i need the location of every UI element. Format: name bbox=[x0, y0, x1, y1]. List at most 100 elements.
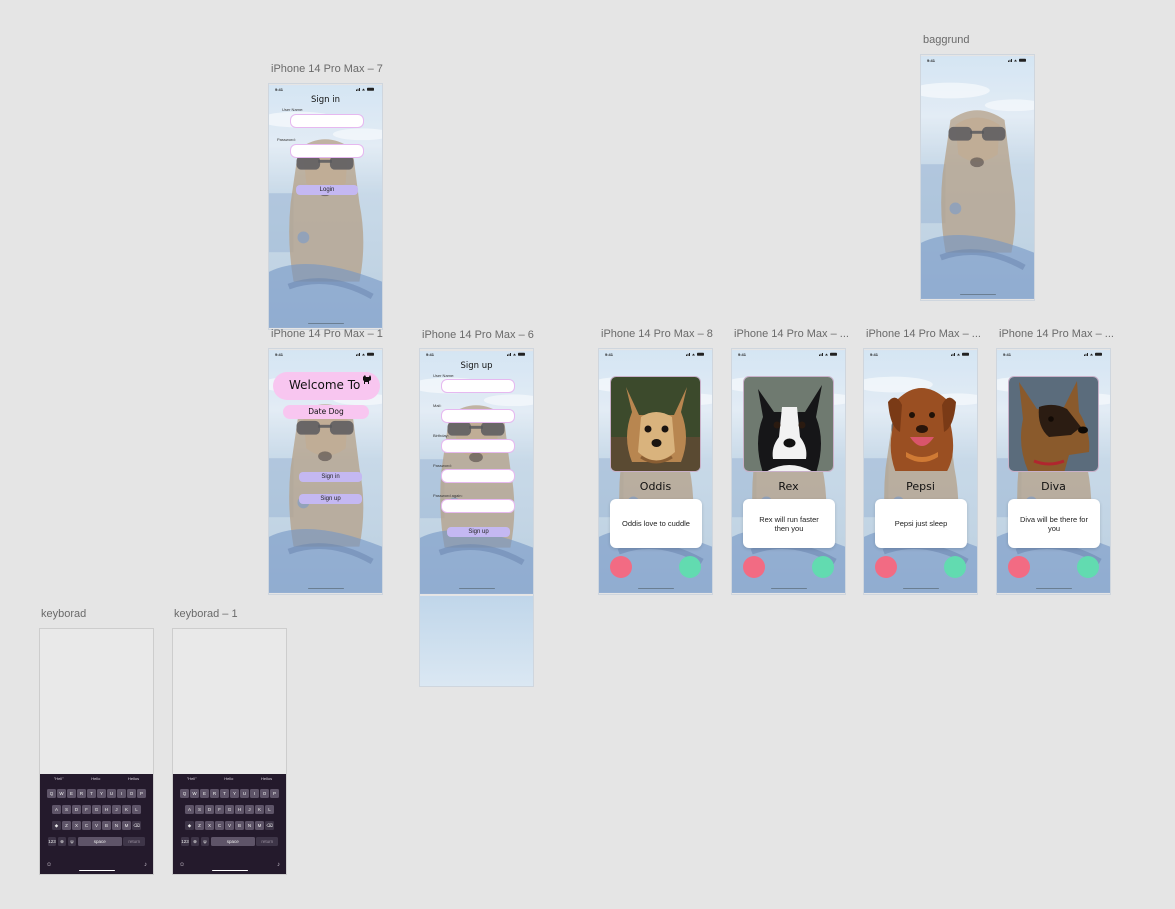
key[interactable]: M bbox=[122, 821, 131, 830]
key[interactable]: C bbox=[215, 821, 224, 830]
signup-frame[interactable]: 9:41 Sign up User Name: Mail: Birthday: … bbox=[419, 348, 534, 687]
profile-frame-diva[interactable]: 9:41 Diva Diva will be there for you bbox=[996, 348, 1111, 595]
profile-frame-rex[interactable]: 9:41 Rex Rex will run faster then you bbox=[731, 348, 846, 595]
dislike-button[interactable] bbox=[610, 556, 632, 578]
key[interactable]: J bbox=[245, 805, 254, 814]
profile-frame-oddis[interactable]: 9:41 Oddis Oddis love to cuddle bbox=[598, 348, 713, 595]
key[interactable]: I bbox=[250, 789, 259, 798]
key[interactable]: M bbox=[255, 821, 264, 830]
key[interactable]: O bbox=[127, 789, 136, 798]
key[interactable]: F bbox=[215, 805, 224, 814]
key[interactable]: Y bbox=[230, 789, 239, 798]
key[interactable]: X bbox=[72, 821, 81, 830]
username-field[interactable] bbox=[290, 114, 364, 128]
signup-password-again-field[interactable] bbox=[441, 499, 515, 513]
key[interactable]: S bbox=[195, 805, 204, 814]
background-frame[interactable]: 9:41 bbox=[920, 54, 1035, 301]
signup-password-field[interactable] bbox=[441, 469, 515, 483]
globe-icon[interactable]: ⊕ bbox=[190, 837, 200, 846]
artboard-label-signup[interactable]: iPhone 14 Pro Max – 6 bbox=[422, 329, 534, 341]
key[interactable]: R bbox=[77, 789, 86, 798]
suggestion-item[interactable]: Hellos bbox=[128, 776, 139, 784]
key[interactable]: L bbox=[132, 805, 141, 814]
mic-key-icon[interactable]: ψ bbox=[200, 837, 210, 846]
like-button[interactable] bbox=[679, 556, 701, 578]
artboard-label-profile-rex[interactable]: iPhone 14 Pro Max – ... bbox=[734, 328, 849, 340]
emoji-icon[interactable]: ☺ bbox=[46, 862, 52, 868]
like-button[interactable] bbox=[812, 556, 834, 578]
key[interactable]: V bbox=[225, 821, 234, 830]
artboard-label-profile-pepsi[interactable]: iPhone 14 Pro Max – ... bbox=[866, 328, 981, 340]
key[interactable]: E bbox=[200, 789, 209, 798]
key[interactable]: R bbox=[210, 789, 219, 798]
signup-username-field[interactable] bbox=[441, 379, 515, 393]
key[interactable]: V bbox=[92, 821, 101, 830]
key[interactable]: B bbox=[235, 821, 244, 830]
key[interactable]: U bbox=[240, 789, 249, 798]
key[interactable]: Q bbox=[47, 789, 56, 798]
delete-key[interactable]: ⌫ bbox=[265, 821, 274, 830]
numbers-key[interactable]: 123 bbox=[47, 837, 57, 846]
artboard-label-signin[interactable]: iPhone 14 Pro Max – 7 bbox=[271, 63, 383, 75]
key[interactable]: X bbox=[205, 821, 214, 830]
key[interactable]: F bbox=[82, 805, 91, 814]
keyboard-frame[interactable]: "Hell" Hello Hellos QWERTYUIOP ASDFGHJKL… bbox=[39, 628, 154, 875]
key[interactable]: K bbox=[122, 805, 131, 814]
dislike-button[interactable] bbox=[1008, 556, 1030, 578]
dislike-button[interactable] bbox=[743, 556, 765, 578]
key[interactable]: A bbox=[52, 805, 61, 814]
artboard-label-welcome[interactable]: iPhone 14 Pro Max – 1 bbox=[271, 328, 383, 340]
key[interactable]: E bbox=[67, 789, 76, 798]
key[interactable]: L bbox=[265, 805, 274, 814]
suggestion-item[interactable]: Hellos bbox=[261, 776, 272, 784]
key[interactable]: H bbox=[235, 805, 244, 814]
artboard-label-profile-oddis[interactable]: iPhone 14 Pro Max – 8 bbox=[601, 328, 713, 340]
return-key[interactable]: return bbox=[123, 837, 146, 846]
delete-key[interactable]: ⌫ bbox=[132, 821, 141, 830]
key[interactable]: I bbox=[117, 789, 126, 798]
signin-frame[interactable]: 9:41 Sign in User Name: Password: Login bbox=[268, 83, 383, 330]
signup-birthday-field[interactable] bbox=[441, 439, 515, 453]
key[interactable]: O bbox=[260, 789, 269, 798]
space-key[interactable]: space bbox=[210, 837, 255, 846]
key[interactable]: G bbox=[225, 805, 234, 814]
artboard-label-keyboard[interactable]: keyborad bbox=[41, 608, 86, 620]
signup-mail-field[interactable] bbox=[441, 409, 515, 423]
key[interactable]: Z bbox=[195, 821, 204, 830]
key[interactable]: G bbox=[92, 805, 101, 814]
key[interactable]: J bbox=[112, 805, 121, 814]
shift-key[interactable]: ◆ bbox=[52, 821, 61, 830]
artboard-label-keyboard-1[interactable]: keyborad – 1 bbox=[174, 608, 238, 620]
globe-icon[interactable]: ⊕ bbox=[57, 837, 67, 846]
dictation-icon[interactable]: ♪ bbox=[277, 862, 280, 868]
key[interactable]: T bbox=[220, 789, 229, 798]
key[interactable]: W bbox=[190, 789, 199, 798]
key[interactable]: N bbox=[112, 821, 121, 830]
like-button[interactable] bbox=[1077, 556, 1099, 578]
key[interactable]: D bbox=[205, 805, 214, 814]
artboard-label-background[interactable]: baggrund bbox=[923, 34, 970, 46]
space-key[interactable]: space bbox=[77, 837, 122, 846]
key[interactable]: S bbox=[62, 805, 71, 814]
dictation-icon[interactable]: ♪ bbox=[144, 862, 147, 868]
key[interactable]: H bbox=[102, 805, 111, 814]
like-button[interactable] bbox=[944, 556, 966, 578]
key[interactable]: B bbox=[102, 821, 111, 830]
artboard-label-profile-diva[interactable]: iPhone 14 Pro Max – ... bbox=[999, 328, 1114, 340]
signin-button[interactable]: Sign in bbox=[299, 472, 362, 482]
suggestion-item[interactable]: "Hell" bbox=[187, 776, 197, 784]
key[interactable]: P bbox=[270, 789, 279, 798]
signup-button[interactable]: Sign up bbox=[299, 494, 362, 504]
key[interactable]: D bbox=[72, 805, 81, 814]
key[interactable]: C bbox=[82, 821, 91, 830]
key[interactable]: U bbox=[107, 789, 116, 798]
suggestion-item[interactable]: Hello bbox=[224, 776, 233, 784]
welcome-frame[interactable]: 9:41 Welcome To Date Dog Sign in Sign up bbox=[268, 348, 383, 595]
mic-key-icon[interactable]: ψ bbox=[67, 837, 77, 846]
key[interactable]: K bbox=[255, 805, 264, 814]
key[interactable]: P bbox=[137, 789, 146, 798]
dislike-button[interactable] bbox=[875, 556, 897, 578]
shift-key[interactable]: ◆ bbox=[185, 821, 194, 830]
key[interactable]: W bbox=[57, 789, 66, 798]
key[interactable]: T bbox=[87, 789, 96, 798]
